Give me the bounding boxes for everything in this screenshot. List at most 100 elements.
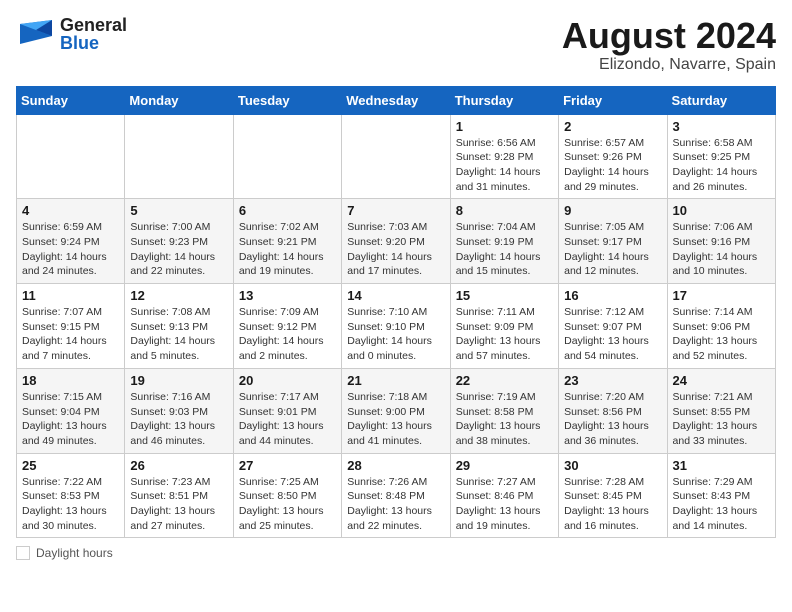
logo-general-text: General (60, 16, 127, 34)
day-cell: 15Sunrise: 7:11 AMSunset: 9:09 PMDayligh… (450, 284, 558, 369)
day-number: 22 (456, 373, 553, 388)
day-header-tuesday: Tuesday (233, 86, 341, 114)
day-number: 21 (347, 373, 444, 388)
day-number: 28 (347, 458, 444, 473)
day-number: 11 (22, 288, 119, 303)
logo-icon (16, 16, 56, 52)
logo-blue-text: Blue (60, 34, 127, 52)
day-info: Sunrise: 7:03 AMSunset: 9:20 PMDaylight:… (347, 220, 444, 279)
day-cell (17, 114, 125, 199)
daylight-label: Daylight hours (36, 546, 113, 560)
day-info: Sunrise: 7:21 AMSunset: 8:55 PMDaylight:… (673, 390, 770, 449)
week-row-3: 11 Sunrise: 7:07 AMSunset: 9:15 PMDayligh… (17, 284, 776, 369)
day-info: Sunrise: 7:06 AMSunset: 9:16 PMDaylight:… (673, 220, 770, 279)
day-info: Sunrise: 7:11 AMSunset: 9:09 PMDaylight:… (456, 305, 553, 364)
day-number: 13 (239, 288, 336, 303)
day-number: 10 (673, 203, 770, 218)
day-number: 27 (239, 458, 336, 473)
calendar-table: SundayMondayTuesdayWednesdayThursdayFrid… (16, 86, 776, 539)
day-header-sunday: Sunday (17, 86, 125, 114)
day-info: Sunrise: 7:23 AMSunset: 8:51 PMDaylight:… (130, 475, 227, 534)
day-cell: 12Sunrise: 7:08 AMSunset: 9:13 PMDayligh… (125, 284, 233, 369)
day-info: Sunrise: 7:12 AMSunset: 9:07 PMDaylight:… (564, 305, 661, 364)
day-cell: 9Sunrise: 7:05 AMSunset: 9:17 PMDaylight… (559, 199, 667, 284)
day-cell: 19Sunrise: 7:16 AMSunset: 9:03 PMDayligh… (125, 368, 233, 453)
day-number: 31 (673, 458, 770, 473)
day-info: Sunrise: 7:15 AMSunset: 9:04 PMDaylight:… (22, 390, 119, 449)
week-row-5: 25Sunrise: 7:22 AMSunset: 8:53 PMDayligh… (17, 453, 776, 538)
day-number: 18 (22, 373, 119, 388)
day-info: Sunrise: 7:07 AMSunset: 9:15 PMDaylight:… (22, 305, 119, 364)
month-year: August 2024 (562, 16, 776, 56)
day-info: Sunrise: 7:14 AMSunset: 9:06 PMDaylight:… (673, 305, 770, 364)
day-cell: 28 Sunrise: 7:26 AMSunset: 8:48 PMDayligh… (342, 453, 450, 538)
day-cell: 30 Sunrise: 7:28 AMSunset: 8:45 PMDayligh… (559, 453, 667, 538)
day-cell: 14Sunrise: 7:10 AMSunset: 9:10 PMDayligh… (342, 284, 450, 369)
day-number: 24 (673, 373, 770, 388)
day-info: Sunrise: 7:25 AMSunset: 8:50 PMDaylight:… (239, 475, 336, 534)
day-number: 16 (564, 288, 661, 303)
day-cell: 21 Sunrise: 7:18 AMSunset: 9:00 PMDayligh… (342, 368, 450, 453)
day-cell: 20 Sunrise: 7:17 AMSunset: 9:01 PMDayligh… (233, 368, 341, 453)
day-cell: 7 Sunrise: 7:03 AMSunset: 9:20 PMDaylight… (342, 199, 450, 284)
day-header-friday: Friday (559, 86, 667, 114)
logo-wrapper: General Blue (16, 16, 127, 52)
day-number: 7 (347, 203, 444, 218)
day-header-wednesday: Wednesday (342, 86, 450, 114)
day-info: Sunrise: 7:27 AMSunset: 8:46 PMDaylight:… (456, 475, 553, 534)
day-header-saturday: Saturday (667, 86, 775, 114)
day-info: Sunrise: 7:26 AMSunset: 8:48 PMDaylight:… (347, 475, 444, 534)
day-number: 4 (22, 203, 119, 218)
day-cell: 6 Sunrise: 7:02 AMSunset: 9:21 PMDaylight… (233, 199, 341, 284)
day-info: Sunrise: 7:08 AMSunset: 9:13 PMDaylight:… (130, 305, 227, 364)
daylight-box (16, 546, 30, 560)
day-number: 5 (130, 203, 227, 218)
day-cell: 1Sunrise: 6:56 AMSunset: 9:28 PMDaylight… (450, 114, 558, 199)
day-number: 19 (130, 373, 227, 388)
day-info: Sunrise: 6:57 AMSunset: 9:26 PMDaylight:… (564, 136, 661, 195)
day-number: 20 (239, 373, 336, 388)
location: Elizondo, Navarre, Spain (562, 56, 776, 74)
day-cell: 23Sunrise: 7:20 AMSunset: 8:56 PMDayligh… (559, 368, 667, 453)
day-info: Sunrise: 7:28 AMSunset: 8:45 PMDaylight:… (564, 475, 661, 534)
day-number: 6 (239, 203, 336, 218)
week-row-2: 4 Sunrise: 6:59 AMSunset: 9:24 PMDaylight… (17, 199, 776, 284)
day-info: Sunrise: 7:04 AMSunset: 9:19 PMDaylight:… (456, 220, 553, 279)
day-cell: 2Sunrise: 6:57 AMSunset: 9:26 PMDaylight… (559, 114, 667, 199)
day-number: 3 (673, 119, 770, 134)
day-info: Sunrise: 7:29 AMSunset: 8:43 PMDaylight:… (673, 475, 770, 534)
day-cell: 17 Sunrise: 7:14 AMSunset: 9:06 PMDayligh… (667, 284, 775, 369)
day-number: 30 (564, 458, 661, 473)
day-info: Sunrise: 7:05 AMSunset: 9:17 PMDaylight:… (564, 220, 661, 279)
day-cell: 24 Sunrise: 7:21 AMSunset: 8:55 PMDayligh… (667, 368, 775, 453)
day-cell (342, 114, 450, 199)
day-cell: 5Sunrise: 7:00 AMSunset: 9:23 PMDaylight… (125, 199, 233, 284)
day-number: 29 (456, 458, 553, 473)
day-info: Sunrise: 7:17 AMSunset: 9:01 PMDaylight:… (239, 390, 336, 449)
day-info: Sunrise: 6:59 AMSunset: 9:24 PMDaylight:… (22, 220, 119, 279)
day-info: Sunrise: 6:56 AMSunset: 9:28 PMDaylight:… (456, 136, 553, 195)
day-info: Sunrise: 7:19 AMSunset: 8:58 PMDaylight:… (456, 390, 553, 449)
day-cell: 31 Sunrise: 7:29 AMSunset: 8:43 PMDayligh… (667, 453, 775, 538)
day-number: 17 (673, 288, 770, 303)
week-row-1: 1Sunrise: 6:56 AMSunset: 9:28 PMDaylight… (17, 114, 776, 199)
day-cell: 16 Sunrise: 7:12 AMSunset: 9:07 PMDayligh… (559, 284, 667, 369)
day-cell (125, 114, 233, 199)
day-info: Sunrise: 7:10 AMSunset: 9:10 PMDaylight:… (347, 305, 444, 364)
day-cell: 8 Sunrise: 7:04 AMSunset: 9:19 PMDaylight… (450, 199, 558, 284)
day-info: Sunrise: 7:09 AMSunset: 9:12 PMDaylight:… (239, 305, 336, 364)
day-cell (233, 114, 341, 199)
day-number: 8 (456, 203, 553, 218)
days-header-row: SundayMondayTuesdayWednesdayThursdayFrid… (17, 86, 776, 114)
day-cell: 13 Sunrise: 7:09 AMSunset: 9:12 PMDayligh… (233, 284, 341, 369)
day-info: Sunrise: 7:18 AMSunset: 9:00 PMDaylight:… (347, 390, 444, 449)
day-number: 25 (22, 458, 119, 473)
day-header-monday: Monday (125, 86, 233, 114)
logo-label: General Blue (60, 16, 127, 52)
day-cell: 25Sunrise: 7:22 AMSunset: 8:53 PMDayligh… (17, 453, 125, 538)
day-cell: 18 Sunrise: 7:15 AMSunset: 9:04 PMDayligh… (17, 368, 125, 453)
day-cell: 10 Sunrise: 7:06 AMSunset: 9:16 PMDayligh… (667, 199, 775, 284)
day-info: Sunrise: 7:02 AMSunset: 9:21 PMDaylight:… (239, 220, 336, 279)
day-info: Sunrise: 6:58 AMSunset: 9:25 PMDaylight:… (673, 136, 770, 195)
day-header-thursday: Thursday (450, 86, 558, 114)
